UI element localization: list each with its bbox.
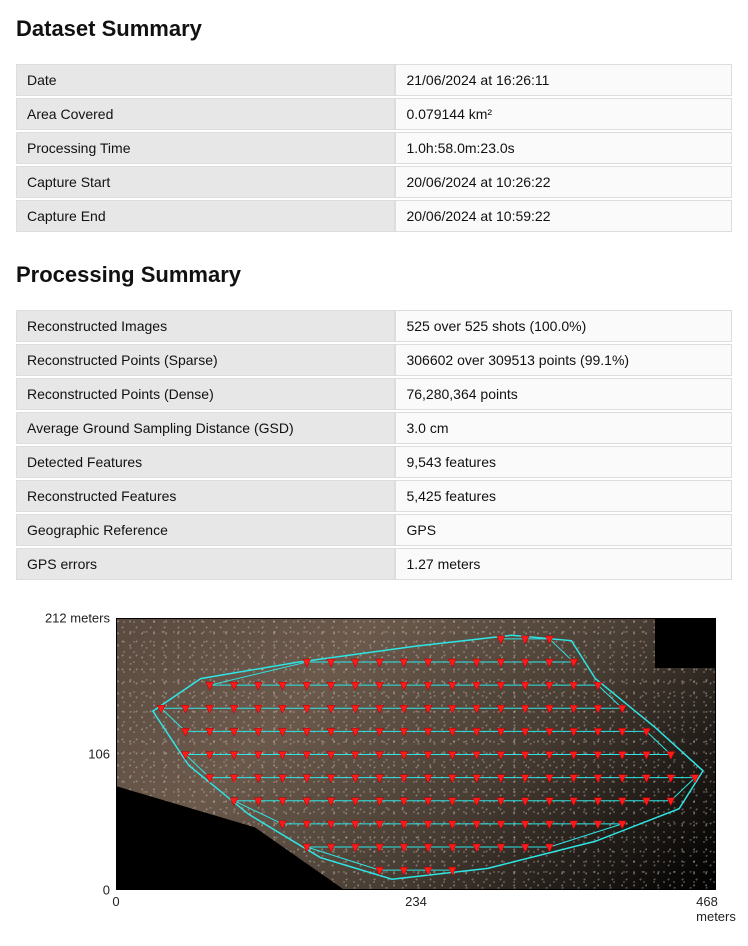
table-value: 1.0h:58.0m:23.0s <box>395 132 732 164</box>
table-key: Geographic Reference <box>16 514 395 546</box>
processing-summary-section: Processing Summary Reconstructed Images5… <box>16 262 732 582</box>
table-row: Capture Start20/06/2024 at 10:26:22 <box>16 166 732 198</box>
table-value: 76,280,364 points <box>395 378 732 410</box>
x-axis-tick: 0 <box>112 894 119 909</box>
table-row: Reconstructed Images525 over 525 shots (… <box>16 310 732 342</box>
table-key: Processing Time <box>16 132 395 164</box>
table-value: 5,425 features <box>395 480 732 512</box>
table-value: 20/06/2024 at 10:59:22 <box>395 200 732 232</box>
table-row: Capture End20/06/2024 at 10:59:22 <box>16 200 732 232</box>
table-key: Reconstructed Images <box>16 310 395 342</box>
processing-summary-table: Reconstructed Images525 over 525 shots (… <box>16 308 732 582</box>
table-row: Average Ground Sampling Distance (GSD)3.… <box>16 412 732 444</box>
x-axis-tick: 234 <box>405 894 427 909</box>
x-axis-tick: 468 meters <box>696 894 736 924</box>
table-row: Detected Features9,543 features <box>16 446 732 478</box>
table-value: 306602 over 309513 points (99.1%) <box>395 344 732 376</box>
table-row: Date21/06/2024 at 16:26:11 <box>16 64 732 96</box>
y-axis-tick: 0 <box>30 883 110 898</box>
table-row: Reconstructed Points (Dense)76,280,364 p… <box>16 378 732 410</box>
map-void-top-right <box>655 619 715 668</box>
y-axis-tick: 106 <box>30 747 110 762</box>
table-value: 0.079144 km² <box>395 98 732 130</box>
table-value: 21/06/2024 at 16:26:11 <box>395 64 732 96</box>
table-key: Capture End <box>16 200 395 232</box>
table-key: Reconstructed Features <box>16 480 395 512</box>
table-key: Capture Start <box>16 166 395 198</box>
table-row: Geographic ReferenceGPS <box>16 514 732 546</box>
processing-summary-heading: Processing Summary <box>16 262 732 288</box>
y-axis-tick: 212 meters <box>30 611 110 626</box>
table-value: 1.27 meters <box>395 548 732 580</box>
table-key: Reconstructed Points (Dense) <box>16 378 395 410</box>
table-row: GPS errors1.27 meters <box>16 548 732 580</box>
table-key: Reconstructed Points (Sparse) <box>16 344 395 376</box>
table-value: 3.0 cm <box>395 412 732 444</box>
map-plot-area <box>116 618 716 890</box>
table-key: Detected Features <box>16 446 395 478</box>
table-key: Date <box>16 64 395 96</box>
table-key: Area Covered <box>16 98 395 130</box>
table-key: Average Ground Sampling Distance (GSD) <box>16 412 395 444</box>
dataset-summary-heading: Dataset Summary <box>16 16 732 42</box>
flight-path-map: 212 meters10600234468 meters <box>16 610 732 930</box>
table-row: Processing Time1.0h:58.0m:23.0s <box>16 132 732 164</box>
table-value: 9,543 features <box>395 446 732 478</box>
table-key: GPS errors <box>16 548 395 580</box>
dataset-summary-table: Date21/06/2024 at 16:26:11Area Covered0.… <box>16 62 732 234</box>
table-row: Area Covered0.079144 km² <box>16 98 732 130</box>
dataset-summary-section: Dataset Summary Date21/06/2024 at 16:26:… <box>16 16 732 234</box>
table-row: Reconstructed Features5,425 features <box>16 480 732 512</box>
table-row: Reconstructed Points (Sparse)306602 over… <box>16 344 732 376</box>
table-value: GPS <box>395 514 732 546</box>
table-value: 20/06/2024 at 10:26:22 <box>395 166 732 198</box>
table-value: 525 over 525 shots (100.0%) <box>395 310 732 342</box>
